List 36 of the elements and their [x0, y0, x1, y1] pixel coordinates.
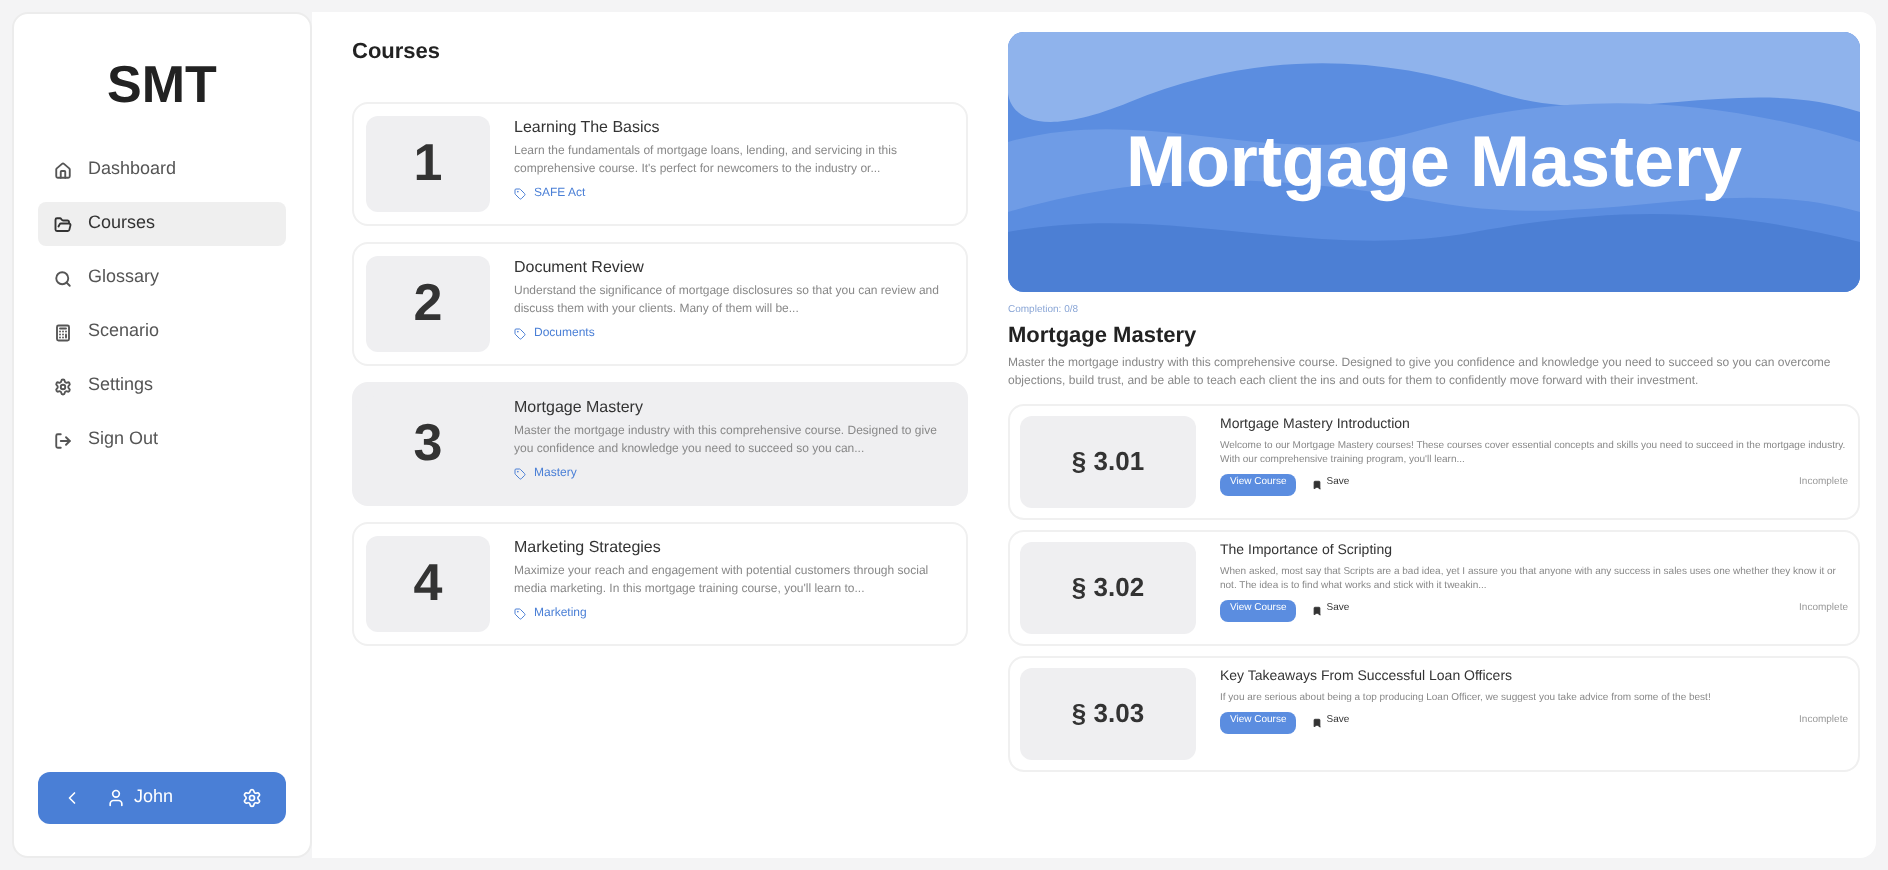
lesson-number: § 3.02	[1020, 542, 1196, 634]
bookmark-icon	[1312, 605, 1323, 615]
lesson-number: § 3.03	[1020, 668, 1196, 760]
course-title: Document Review	[514, 255, 646, 279]
tag-icon	[514, 468, 526, 480]
home-icon	[54, 161, 72, 179]
logo: SMT	[105, 52, 219, 118]
user-button[interactable]: John	[38, 772, 286, 824]
sign-out-icon	[54, 431, 72, 449]
course-banner: Mortgage Mastery	[1008, 32, 1860, 292]
tag-icon	[514, 188, 526, 200]
sidebar-item[interactable]: Sign Out	[38, 418, 286, 462]
bookmark-icon	[1312, 717, 1323, 727]
sidebar-item[interactable]: Glossary	[38, 256, 286, 300]
sidebar-item[interactable]: Dashboard	[38, 148, 286, 192]
course-title: Mortgage Mastery	[514, 395, 645, 419]
course-number: 1	[366, 115, 490, 211]
tag-icon	[514, 328, 526, 340]
folder-icon	[54, 215, 72, 233]
course-title: Learning The Basics	[514, 115, 662, 139]
course-number: 4	[366, 535, 490, 631]
course-number: 2	[366, 255, 490, 351]
course-heading: Mortgage Mastery	[1008, 321, 1199, 351]
sidebar-item[interactable]: Settings	[38, 364, 286, 408]
settings-icon	[54, 377, 72, 395]
user-icon	[106, 788, 126, 808]
bookmark-icon	[1312, 479, 1323, 489]
settings-icon	[242, 788, 262, 808]
course-title: Marketing Strategies	[514, 535, 663, 559]
section-title: Courses	[352, 38, 443, 68]
lesson-number: § 3.01	[1020, 416, 1196, 508]
tag-icon	[514, 608, 526, 620]
sidebar-item[interactable]: Courses	[38, 202, 286, 246]
calculator-icon	[54, 323, 72, 341]
sidebar-item[interactable]: Scenario	[38, 310, 286, 354]
search-icon	[54, 269, 72, 287]
